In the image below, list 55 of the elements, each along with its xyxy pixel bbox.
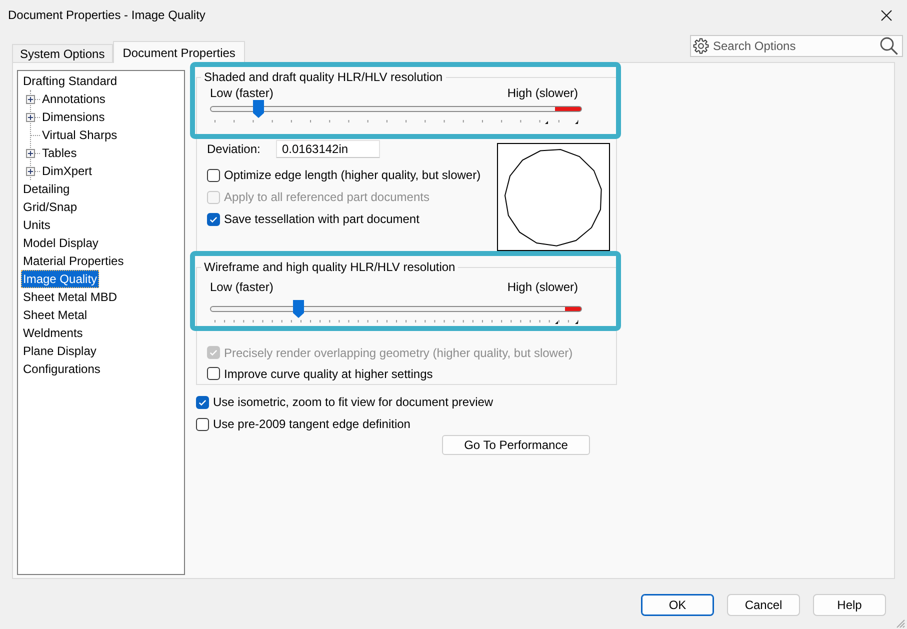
expand-icon[interactable] (26, 166, 35, 176)
group-title: Wireframe and high quality HLR/HLV resolution (201, 259, 458, 275)
dialog-button[interactable]: Help (813, 594, 886, 616)
dialog-button[interactable]: Cancel (727, 594, 800, 616)
checkbox-label[interactable]: Use pre-2009 tangent edge definition (213, 416, 410, 432)
checkbox[interactable] (207, 367, 220, 380)
tree-item[interactable]: Weldments (21, 324, 85, 342)
slider-track[interactable] (210, 100, 582, 118)
field-label: Deviation: (207, 141, 262, 157)
tab[interactable]: System Options (12, 44, 113, 62)
close-icon (880, 10, 892, 20)
tree-item[interactable]: Model Display (21, 234, 100, 252)
slider-track[interactable] (210, 300, 582, 318)
checkbox[interactable] (207, 212, 220, 226)
tree-item[interactable]: Annotations (40, 90, 108, 108)
slider-thumb[interactable] (293, 300, 304, 318)
tree-item[interactable]: Plane Display (21, 342, 98, 360)
expand-icon[interactable] (26, 148, 35, 158)
group-title: Shaded and draft quality HLR/HLV resolution (201, 69, 446, 85)
tree-item[interactable]: Detailing (21, 180, 72, 198)
slider-label: High (slower) (507, 279, 578, 295)
slider-label: Low (faster) (210, 85, 274, 101)
tree-item[interactable]: Tables (40, 144, 79, 162)
slider-label: High (slower) (507, 85, 578, 101)
slider-label: Low (faster) (210, 279, 274, 295)
performance-button[interactable]: Go To Performance (442, 435, 590, 455)
checkbox-label[interactable]: Save tessellation with part document (224, 211, 420, 227)
tree-item[interactable]: Sheet Metal (21, 306, 90, 324)
checkbox[interactable] (196, 418, 209, 430)
expand-icon[interactable] (26, 94, 35, 104)
tree-item[interactable]: Dimensions (40, 108, 107, 126)
checkbox-label[interactable]: Use isometric, zoom to fit view for document preview (213, 394, 494, 410)
window-title: Document Properties - Image Quality (8, 7, 206, 23)
resize-grip-icon[interactable] (896, 619, 905, 628)
deviation-field[interactable]: 0.0163142in (276, 140, 380, 158)
dialog-button[interactable]: OK (641, 594, 714, 616)
slider-thumb[interactable] (253, 100, 264, 118)
checkbox-label[interactable]: Improve curve quality at higher settings (224, 366, 433, 382)
tree-item[interactable]: DimXpert (40, 162, 94, 180)
tree-item[interactable]: Configurations (21, 360, 102, 378)
checkbox-label[interactable]: Optimize edge length (higher quality, but slower) (224, 167, 481, 183)
tree-item[interactable]: Image Quality (21, 270, 100, 288)
search-field[interactable]: Search Options (690, 35, 903, 57)
tab[interactable]: Document Properties (112, 41, 246, 63)
tree-item[interactable]: Units (21, 216, 52, 234)
tree-item[interactable]: Drafting Standard (21, 72, 120, 90)
expand-icon[interactable] (26, 112, 35, 122)
search-icon[interactable] (880, 37, 898, 55)
tree-item[interactable]: Material Properties (21, 252, 126, 270)
tree-item[interactable]: Sheet Metal MBD (21, 288, 120, 306)
tree-item[interactable]: Virtual Sharps (40, 126, 120, 144)
gear-icon[interactable] (693, 38, 709, 54)
tree-item[interactable]: Grid/Snap (21, 198, 80, 216)
checkbox[interactable] (196, 396, 209, 408)
checkbox[interactable] (207, 168, 220, 182)
